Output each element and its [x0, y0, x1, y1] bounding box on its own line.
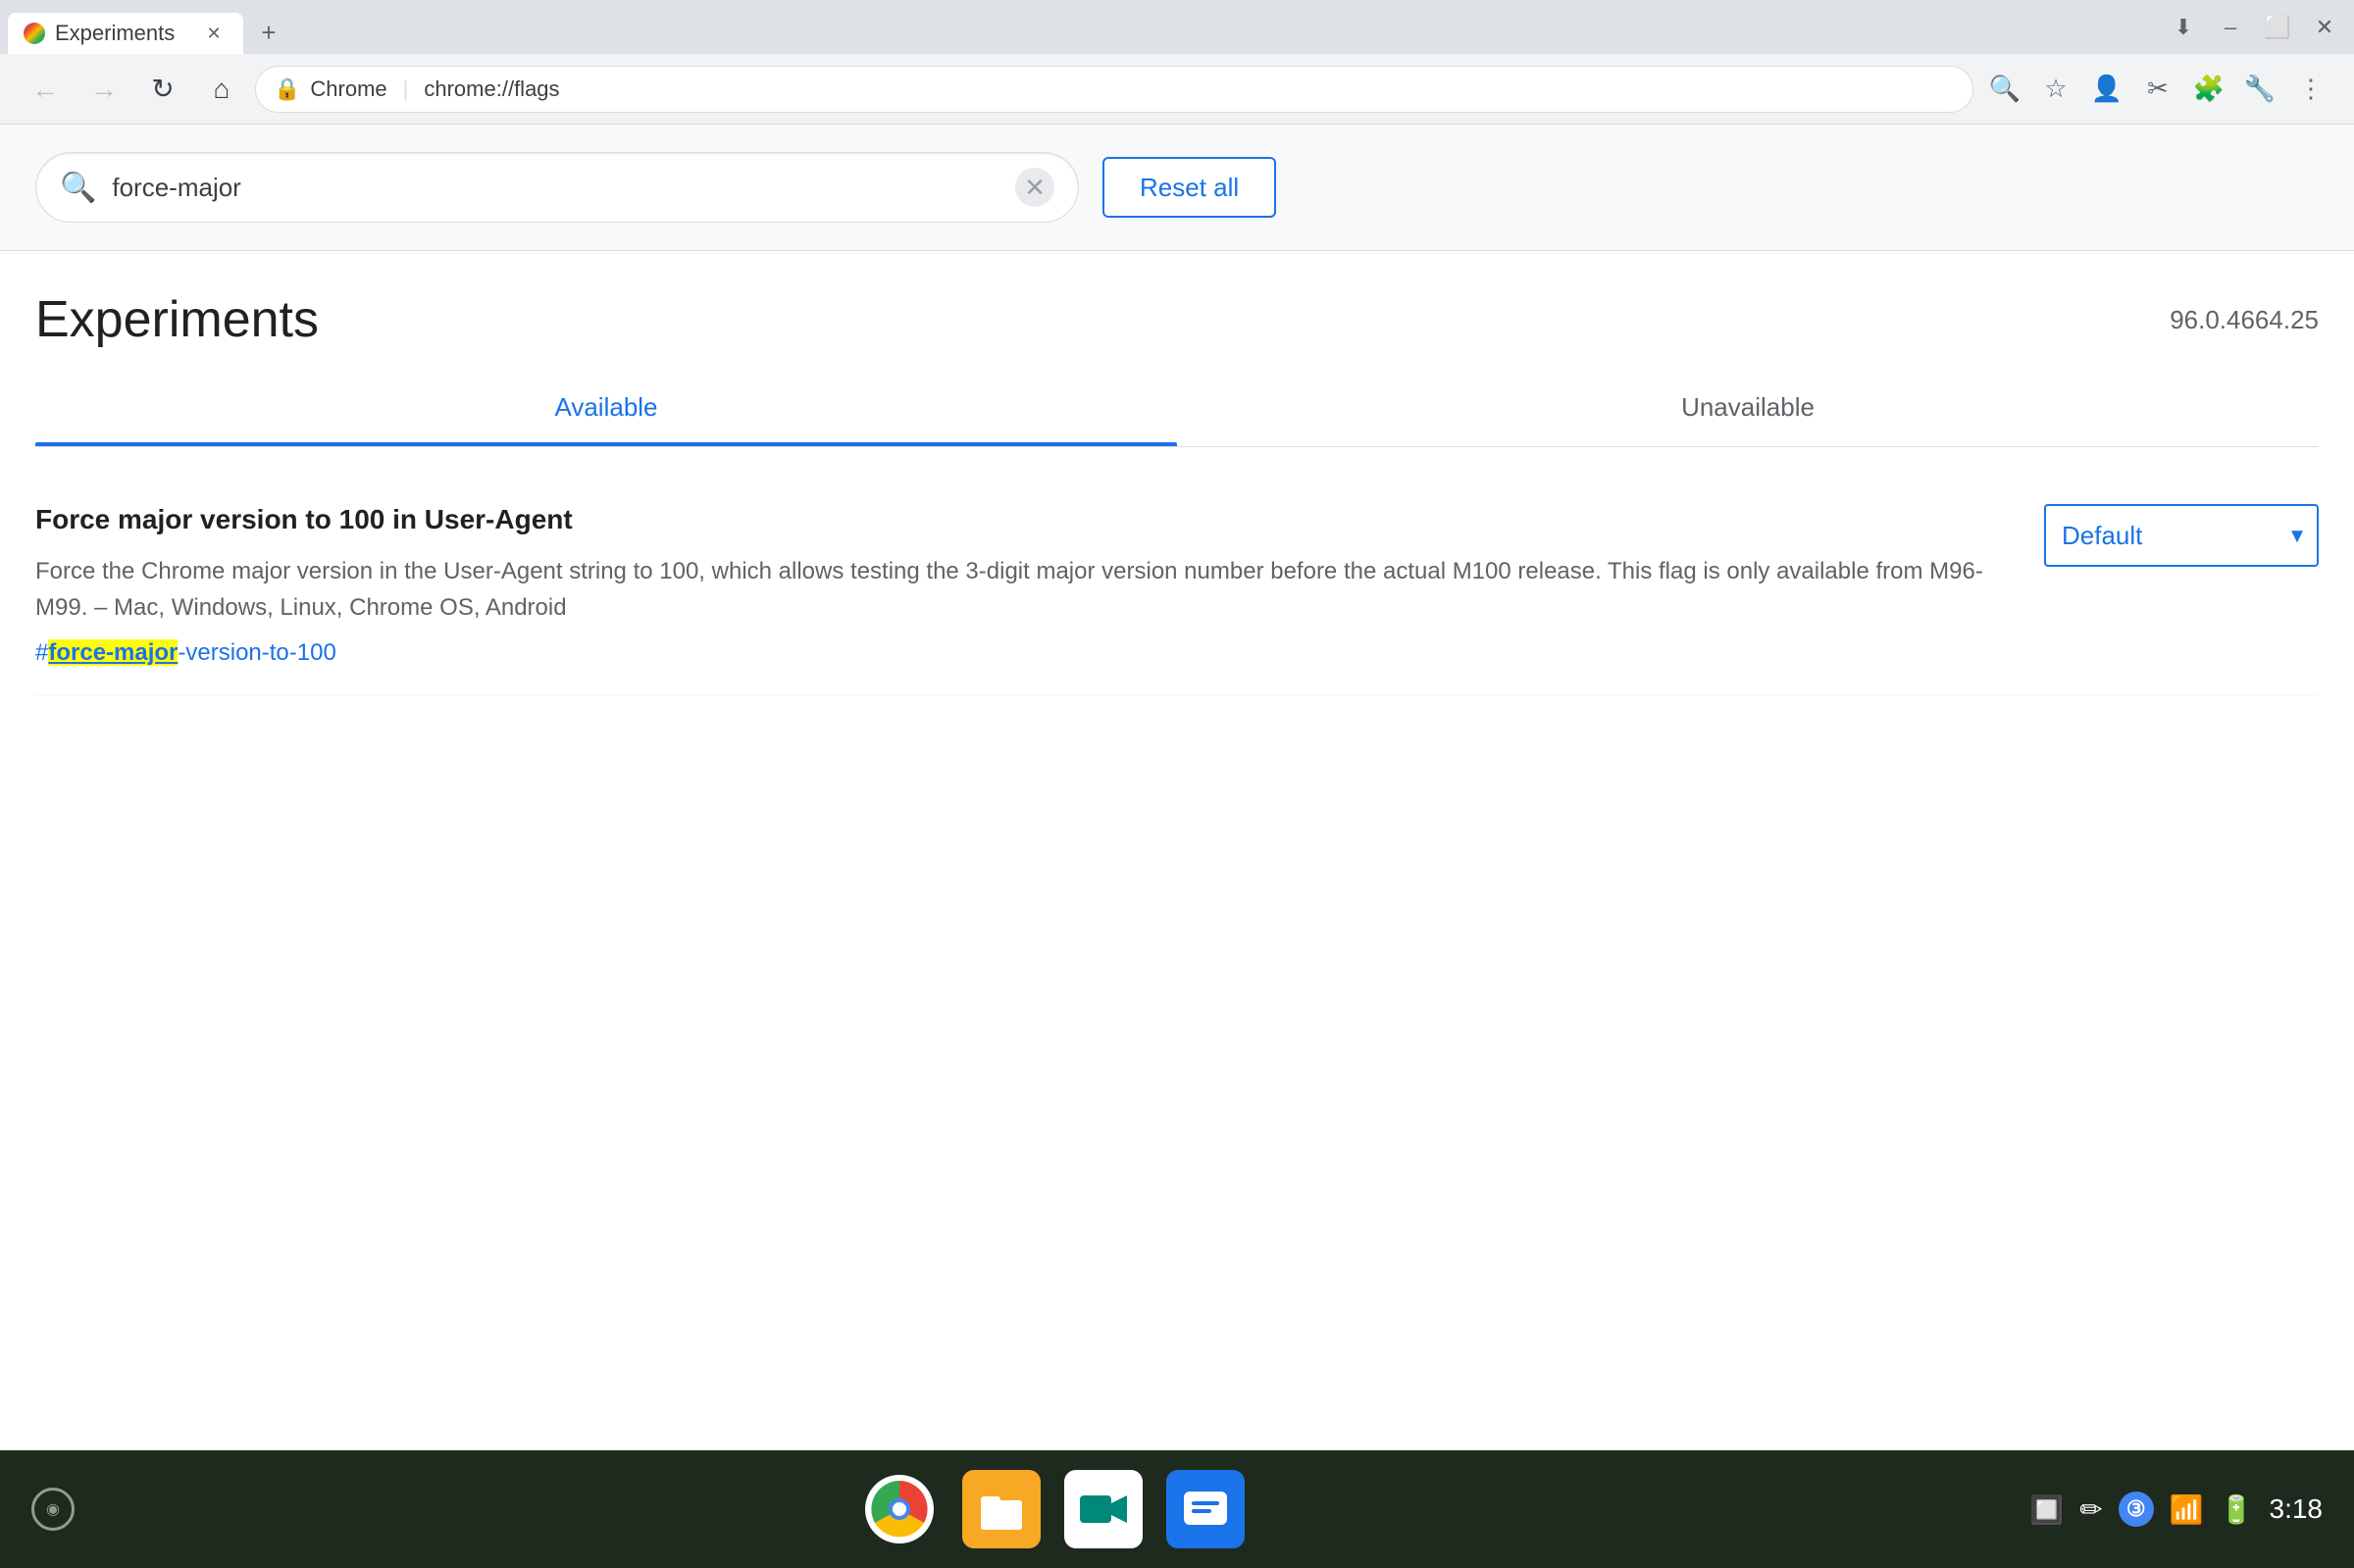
- taskbar: ◉: [0, 1450, 2354, 1568]
- tabs-nav: Available Unavailable: [35, 369, 2319, 446]
- search-input[interactable]: [112, 173, 999, 203]
- taskbar-center: [860, 1470, 1245, 1548]
- power-icon: ◉: [31, 1488, 75, 1531]
- taskbar-right: 🔲 ✏ ③ 📶 🔋 3:18: [2029, 1492, 2323, 1527]
- taskbar-app-files[interactable]: [962, 1470, 1041, 1548]
- forward-button[interactable]: →: [78, 64, 129, 115]
- flag-control: Default Enabled Disabled ▾: [2044, 504, 2319, 567]
- wifi-icon: 📶: [2170, 1493, 2204, 1526]
- reset-all-button[interactable]: Reset all: [1102, 157, 1276, 218]
- tabs-section: Available Unavailable: [35, 369, 2319, 447]
- menu-button[interactable]: ⋮: [2287, 66, 2334, 113]
- search-button[interactable]: 🔍: [1981, 66, 2028, 113]
- address-url: chrome://flags: [424, 76, 559, 102]
- version-number: 96.0.4664.25: [2170, 305, 2319, 335]
- extension2-icon[interactable]: 🔧: [2236, 66, 2283, 113]
- home-button[interactable]: ⌂: [196, 64, 247, 115]
- experiments-header: Experiments 96.0.4664.25: [35, 251, 2319, 369]
- reload-button[interactable]: ↻: [137, 64, 188, 115]
- notification-badge: ③: [2119, 1492, 2154, 1527]
- active-tab[interactable]: Experiments ✕: [8, 13, 243, 54]
- scissors-icon[interactable]: ✂: [2134, 66, 2181, 113]
- battery-icon: 🔋: [2220, 1493, 2254, 1526]
- security-icon: 🔒: [274, 76, 300, 102]
- maximize-button[interactable]: ⬜: [2256, 6, 2299, 49]
- flag-select[interactable]: Default Enabled Disabled: [2044, 504, 2319, 567]
- search-box[interactable]: 🔍 ✕: [35, 152, 1079, 223]
- tab-unavailable[interactable]: Unavailable: [1177, 369, 2319, 446]
- flag-link-highlighted: force-major: [48, 639, 178, 666]
- minimize-button[interactable]: –: [2209, 6, 2252, 49]
- toolbar-icons: 🔍 ☆ 👤 ✂ 🧩 🔧 ⋮: [1981, 66, 2334, 113]
- search-icon: 🔍: [60, 171, 96, 205]
- table-row: Force major version to 100 in User-Agent…: [35, 477, 2319, 695]
- search-clear-button[interactable]: ✕: [1015, 168, 1054, 207]
- stylus-icon: ✏: [2079, 1493, 2102, 1526]
- tab-favicon: [24, 23, 45, 44]
- tab-close-button[interactable]: ✕: [200, 20, 228, 47]
- page-title: Experiments: [35, 290, 319, 349]
- tab-available[interactable]: Available: [35, 369, 1177, 446]
- flag-select-wrapper: Default Enabled Disabled ▾: [2044, 504, 2319, 567]
- taskbar-app-chrome[interactable]: [860, 1470, 939, 1548]
- screen-capture-icon: 🔲: [2029, 1493, 2064, 1526]
- experiments-main: Experiments 96.0.4664.25 Available Unava…: [0, 251, 2354, 725]
- page-content: 🔍 ✕ Reset all Experiments 96.0.4664.25 A…: [0, 125, 2354, 1450]
- search-section: 🔍 ✕ Reset all: [0, 125, 2354, 251]
- flag-anchor-link[interactable]: #force-major-version-to-100: [35, 639, 336, 666]
- clock-display: 3:18: [2270, 1493, 2324, 1525]
- close-button[interactable]: ✕: [2303, 6, 2346, 49]
- new-tab-button[interactable]: +: [247, 11, 290, 54]
- bookmark-button[interactable]: ☆: [2032, 66, 2079, 113]
- flag-title: Force major version to 100 in User-Agent: [35, 504, 2005, 535]
- address-separator: |: [403, 76, 409, 102]
- taskbar-left: ◉: [31, 1488, 75, 1531]
- account-button[interactable]: 👤: [2083, 66, 2130, 113]
- taskbar-app-meet[interactable]: [1064, 1470, 1143, 1548]
- address-brand: Chrome: [310, 76, 386, 102]
- flag-link-hash: #: [35, 639, 48, 666]
- flag-description: Force the Chrome major version in the Us…: [35, 553, 2005, 626]
- flag-content: Force major version to 100 in User-Agent…: [35, 504, 2005, 667]
- flags-list: Force major version to 100 in User-Agent…: [35, 447, 2319, 725]
- taskbar-app-messages[interactable]: [1166, 1470, 1245, 1548]
- flag-link-rest: -version-to-100: [178, 639, 335, 666]
- extension-icon[interactable]: 🧩: [2185, 66, 2232, 113]
- tab-title: Experiments: [55, 21, 190, 46]
- address-bar[interactable]: 🔒 Chrome | chrome://flags: [255, 66, 1973, 113]
- toolbar: ← → ↻ ⌂ 🔒 Chrome | chrome://flags 🔍 ☆ 👤 …: [0, 54, 2354, 125]
- download-button[interactable]: ⬇: [2162, 6, 2205, 49]
- back-button[interactable]: ←: [20, 64, 71, 115]
